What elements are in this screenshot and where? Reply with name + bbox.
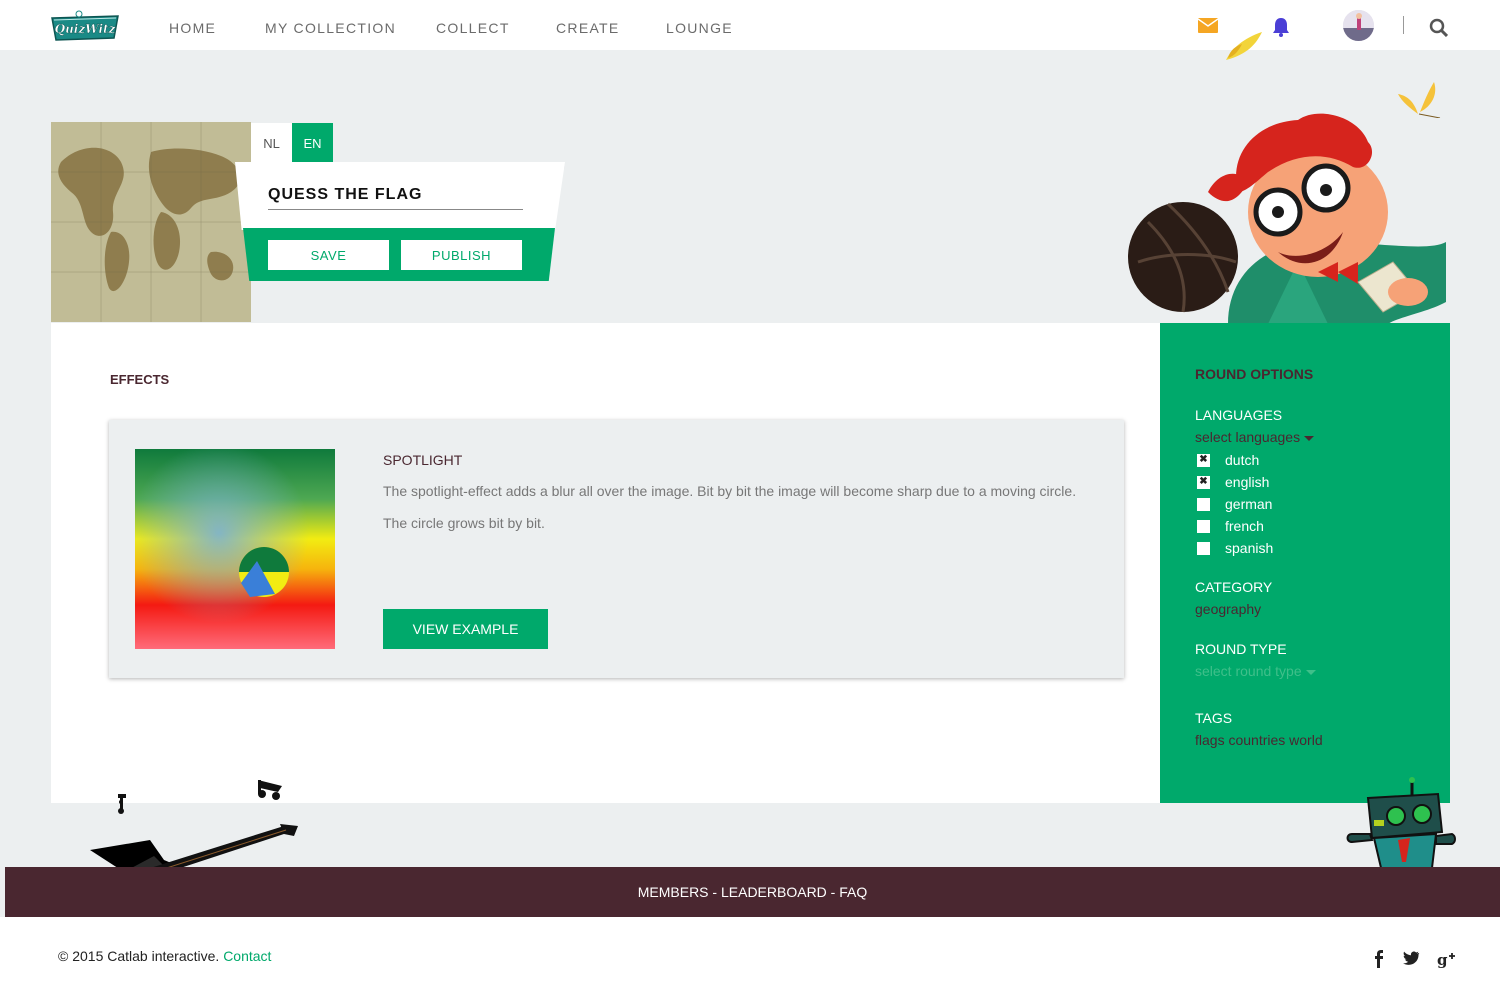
languages-select[interactable]: select languages	[1195, 429, 1315, 445]
publish-button[interactable]: PUBLISH	[401, 240, 522, 270]
languages-select-text: select languages	[1195, 429, 1301, 445]
google-plus-icon[interactable]: g	[1437, 950, 1456, 973]
language-option-label: french	[1225, 518, 1264, 534]
svg-text:g: g	[1437, 951, 1448, 968]
nav-lounge[interactable]: LOUNGE	[666, 20, 733, 36]
quizmaster-mascot	[1128, 113, 1446, 324]
footer-link-members[interactable]: MEMBERS	[638, 884, 709, 900]
svg-text:QuizWitz: QuizWitz	[55, 22, 117, 36]
quiz-title-input[interactable]	[268, 180, 523, 210]
quiz-cover-image[interactable]	[51, 122, 251, 322]
category-label: CATEGORY	[1195, 579, 1273, 595]
languages-label: LANGUAGES	[1195, 407, 1283, 423]
effect-name: SPOTLIGHT	[383, 452, 463, 468]
checkbox-unchecked[interactable]	[1197, 497, 1210, 511]
butterfly-icon	[1226, 32, 1262, 60]
copyright-text: © 2015 Catlab interactive. Contact	[58, 948, 271, 964]
effect-description: The spotlight-effect adds a blur all ove…	[383, 483, 1077, 531]
mail-icon[interactable]	[1197, 18, 1219, 38]
language-option-label: spanish	[1225, 540, 1274, 556]
round-type-select-text: select round type	[1195, 663, 1302, 679]
nav-my-collection[interactable]: MY COLLECTION	[265, 20, 396, 36]
round-type-label: ROUND TYPE	[1195, 641, 1287, 657]
nav-divider	[1403, 16, 1404, 34]
footer-bar: MEMBERS - LEADERBOARD - FAQ	[5, 867, 1500, 917]
checkbox-checked[interactable]: ✖	[1197, 475, 1210, 489]
save-button[interactable]: SAVE	[268, 240, 389, 270]
checkbox-unchecked[interactable]	[1197, 541, 1210, 555]
language-option-french[interactable]: french	[1197, 516, 1264, 536]
language-option-dutch[interactable]: ✖ dutch	[1197, 450, 1259, 470]
checkbox-unchecked[interactable]	[1197, 519, 1210, 533]
language-option-label: dutch	[1225, 452, 1260, 468]
footer-separator: -	[826, 884, 840, 900]
caret-down-icon	[1304, 435, 1315, 441]
footer-separator: -	[708, 884, 721, 900]
language-option-english[interactable]: ✖ english	[1197, 472, 1269, 492]
copyright-label: © 2015 Catlab interactive.	[58, 948, 220, 964]
top-navigation-bar: QuizWitz HOME MY COLLECTION COLLECT CREA…	[0, 0, 1500, 50]
round-type-select[interactable]: select round type	[1195, 663, 1316, 679]
nav-home[interactable]: HOME	[169, 20, 216, 36]
tags-label: TAGS	[1195, 710, 1233, 726]
checkbox-checked[interactable]: ✖	[1197, 453, 1210, 467]
effect-preview-image	[135, 449, 335, 649]
bell-icon[interactable]	[1271, 17, 1291, 42]
language-tab-nl[interactable]: NL	[251, 123, 292, 163]
search-icon[interactable]	[1429, 18, 1449, 42]
language-option-label: german	[1225, 496, 1273, 512]
round-options-heading: ROUND OPTIONS	[1195, 366, 1314, 382]
effects-section-title: EFFECTS	[110, 372, 170, 387]
tags-value[interactable]: flags countries world	[1195, 732, 1323, 748]
twitter-icon[interactable]	[1403, 950, 1420, 971]
language-option-label: english	[1225, 474, 1270, 490]
footer-link-faq[interactable]: FAQ	[839, 884, 867, 900]
view-example-button[interactable]: VIEW EXAMPLE	[383, 609, 548, 649]
language-option-german[interactable]: german	[1197, 494, 1272, 514]
round-options-sidebar	[1160, 323, 1450, 803]
contact-link[interactable]: Contact	[223, 948, 271, 964]
category-value[interactable]: geography	[1195, 601, 1261, 617]
nav-create[interactable]: CREATE	[556, 20, 620, 36]
caret-down-icon	[1305, 669, 1316, 675]
avatar[interactable]	[1343, 10, 1374, 41]
language-tab-en[interactable]: EN	[292, 123, 333, 163]
footer-links: MEMBERS - LEADERBOARD - FAQ	[638, 884, 868, 900]
quizwitz-logo[interactable]: QuizWitz	[50, 10, 120, 42]
footer-link-leaderboard[interactable]: LEADERBOARD	[721, 884, 827, 900]
language-option-spanish[interactable]: spanish	[1197, 538, 1273, 558]
facebook-icon[interactable]	[1374, 950, 1384, 973]
nav-collect[interactable]: COLLECT	[436, 20, 510, 36]
